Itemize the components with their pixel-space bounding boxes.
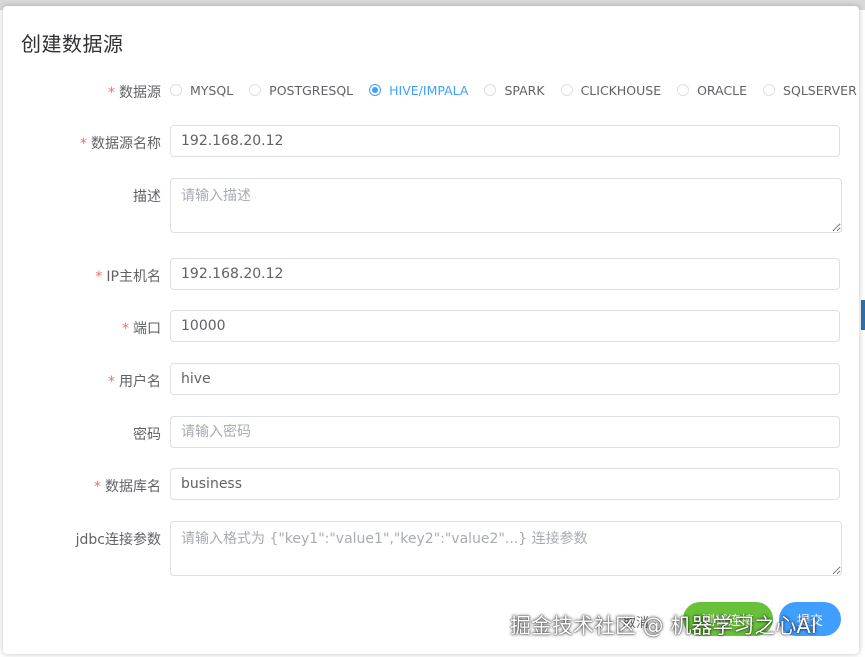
name-label: * 数据源名称 [80, 136, 161, 152]
radio-circle-icon [249, 84, 262, 96]
submit-button[interactable]: 提交 [779, 602, 841, 636]
radio-option-label: HIVE/IMPALA [389, 82, 469, 98]
database-input[interactable] [170, 468, 840, 500]
description-textarea[interactable] [170, 178, 842, 233]
radio-circle-icon [560, 84, 573, 96]
cancel-button[interactable]: 取消 [623, 604, 649, 638]
datasource-row: * 数据源 MYSQL POSTGRESQL HIVE/IMPALA SPARK CLIC… [3, 80, 859, 102]
create-datasource-dialog: 创建数据源 * 数据源 MYSQL POSTGRESQL HIVE/IMPALA SPA… [3, 6, 859, 654]
datasource-option-hive-impala[interactable]: HIVE/IMPALA [369, 80, 468, 100]
database-row: * 数据库名 [3, 468, 859, 500]
host-label: * IP主机名 [95, 269, 161, 285]
radio-circle-icon [170, 84, 182, 96]
jdbc-params-row: jdbc连接参数 [3, 521, 859, 576]
radio-circle-icon [763, 84, 776, 96]
password-row: 密码 [3, 416, 859, 448]
username-input[interactable] [170, 363, 840, 395]
username-row: * 用户名 [3, 363, 859, 395]
radio-circle-icon [677, 84, 690, 96]
database-label: * 数据库名 [94, 479, 161, 495]
radio-option-label: SQLSERVER [783, 82, 857, 98]
radio-option-label: CLICKHOUSE [580, 82, 662, 98]
description-label: 描述 [133, 189, 161, 205]
datasource-option-clickhouse[interactable]: CLICKHOUSE [560, 80, 662, 100]
backdrop-edge [861, 300, 865, 330]
jdbc-params-label: jdbc连接参数 [75, 532, 161, 548]
radio-option-label: MYSQL [190, 82, 234, 98]
datasource-radio-group: MYSQL POSTGRESQL HIVE/IMPALA SPARK CLICKHOUS… [170, 80, 857, 100]
dialog-footer: 取消 测试连接 提交 [3, 600, 859, 640]
radio-circle-icon [369, 84, 382, 96]
radio-option-label: POSTGRESQL [269, 82, 354, 98]
dialog-title: 创建数据源 [21, 32, 124, 56]
port-label: * 端口 [122, 321, 161, 337]
datasource-label: * 数据源 [108, 85, 161, 101]
port-row: * 端口 [3, 310, 859, 342]
datasource-option-postgresql[interactable]: POSTGRESQL [249, 80, 353, 100]
description-row: 描述 [3, 178, 859, 233]
host-row: * IP主机名 [3, 258, 859, 290]
username-label: * 用户名 [108, 374, 161, 390]
jdbc-params-textarea[interactable] [170, 521, 842, 576]
datasource-option-spark[interactable]: SPARK [484, 80, 545, 100]
password-input[interactable] [170, 416, 840, 448]
test-connection-button[interactable]: 测试连接 [683, 602, 773, 636]
password-label: 密码 [133, 427, 161, 443]
datasource-option-sqlserver[interactable]: SQLSERVER [763, 80, 857, 100]
host-input[interactable] [170, 258, 840, 290]
radio-circle-icon [484, 84, 497, 96]
radio-option-label: SPARK [504, 82, 545, 98]
port-input[interactable] [170, 310, 840, 342]
name-input[interactable] [170, 125, 840, 157]
name-row: * 数据源名称 [3, 125, 859, 157]
radio-option-label: ORACLE [697, 82, 748, 98]
datasource-option-oracle[interactable]: ORACLE [677, 80, 747, 100]
datasource-option-mysql[interactable]: MYSQL [170, 80, 233, 100]
